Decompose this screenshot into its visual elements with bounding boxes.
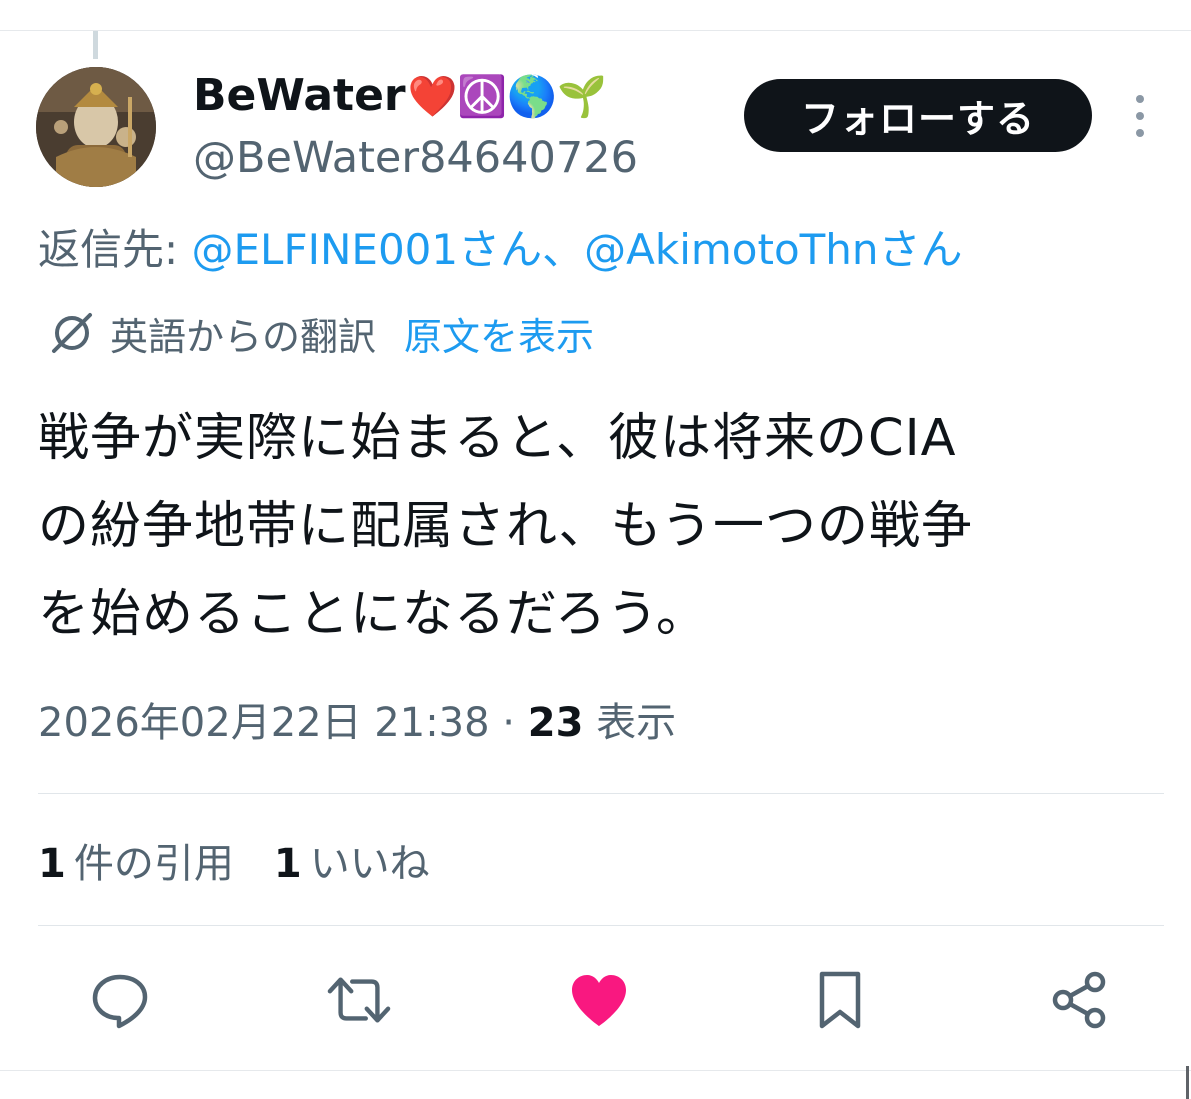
meta-separator: · [489,700,528,746]
author-handle[interactable]: @BeWater84640726 [193,130,638,186]
author-name-emojis: ❤️☮️🌎🌱 [407,74,607,120]
show-original-link[interactable]: 原文を表示 [404,306,594,361]
quotes-label: 件の引用 [73,841,234,887]
follow-button[interactable]: フォローする [744,79,1092,152]
divider [38,925,1164,926]
reply-button[interactable] [88,968,152,1032]
author-name-text: BeWater [193,70,406,121]
timestamp[interactable]: 2026年02月22日 21:38 [38,700,490,746]
quotes-stat[interactable]: 1 件の引用 [38,831,234,889]
avatar[interactable] [36,67,156,187]
reply-icon [92,974,148,1029]
mention-link-2[interactable]: @AkimotoThn [584,225,878,274]
author-display-name[interactable]: BeWater❤️☮️🌎🌱 [193,68,607,125]
divider [38,793,1164,794]
translation-row: 英語からの翻訳 原文を表示 [48,305,594,361]
engagement-stats: 1 件の引用 1 いいね [38,830,470,890]
likes-count: 1 [273,841,302,887]
like-icon-filled [572,975,626,1026]
views-label: 表示 [583,700,677,746]
mention-suffix-2: さん [878,225,963,274]
tweet-text: 戦争が実際に始まると、彼は将来のCIA の紛争地帯に配属され、もう一つの戦争 を… [38,395,1158,659]
mention-suffix-1: さん、 [458,225,585,274]
retweet-icon [327,977,391,1023]
top-divider [0,30,1191,31]
share-icon [1052,971,1106,1029]
tweet-meta: 2026年02月22日 21:38 · 23 表示 [38,693,676,753]
like-button[interactable] [567,968,631,1032]
views-count: 23 [527,700,584,746]
translation-label: 英語からの翻訳 [110,314,377,359]
tweet-text-line: の紛争地帯に配属され、もう一つの戦争 [38,497,973,556]
translate-icon [52,313,92,353]
share-button[interactable] [1047,968,1111,1032]
more-options-icon[interactable] [1128,95,1152,137]
replying-to-label: 返信先: [38,225,192,274]
retweet-button[interactable] [327,968,391,1032]
mention-link-1[interactable]: @ELFINE001 [192,225,459,274]
tweet-text-line: 戦争が実際に始まると、彼は将来のCIA [38,409,957,468]
bookmark-icon [819,971,861,1029]
bottom-divider [0,1070,1191,1071]
likes-label: いいね [309,841,430,887]
avatar-image [36,67,156,187]
tweet-text-line: を始めることになるだろう。 [38,585,708,644]
thread-connector-line [93,31,98,59]
quotes-count: 1 [38,841,66,887]
scroll-indicator [1186,1066,1189,1099]
replying-to-line: 返信先: @ELFINE001さん、@AkimotoThnさん [38,220,963,280]
likes-stat[interactable]: 1 いいね [274,831,430,889]
bookmark-button[interactable] [808,968,872,1032]
